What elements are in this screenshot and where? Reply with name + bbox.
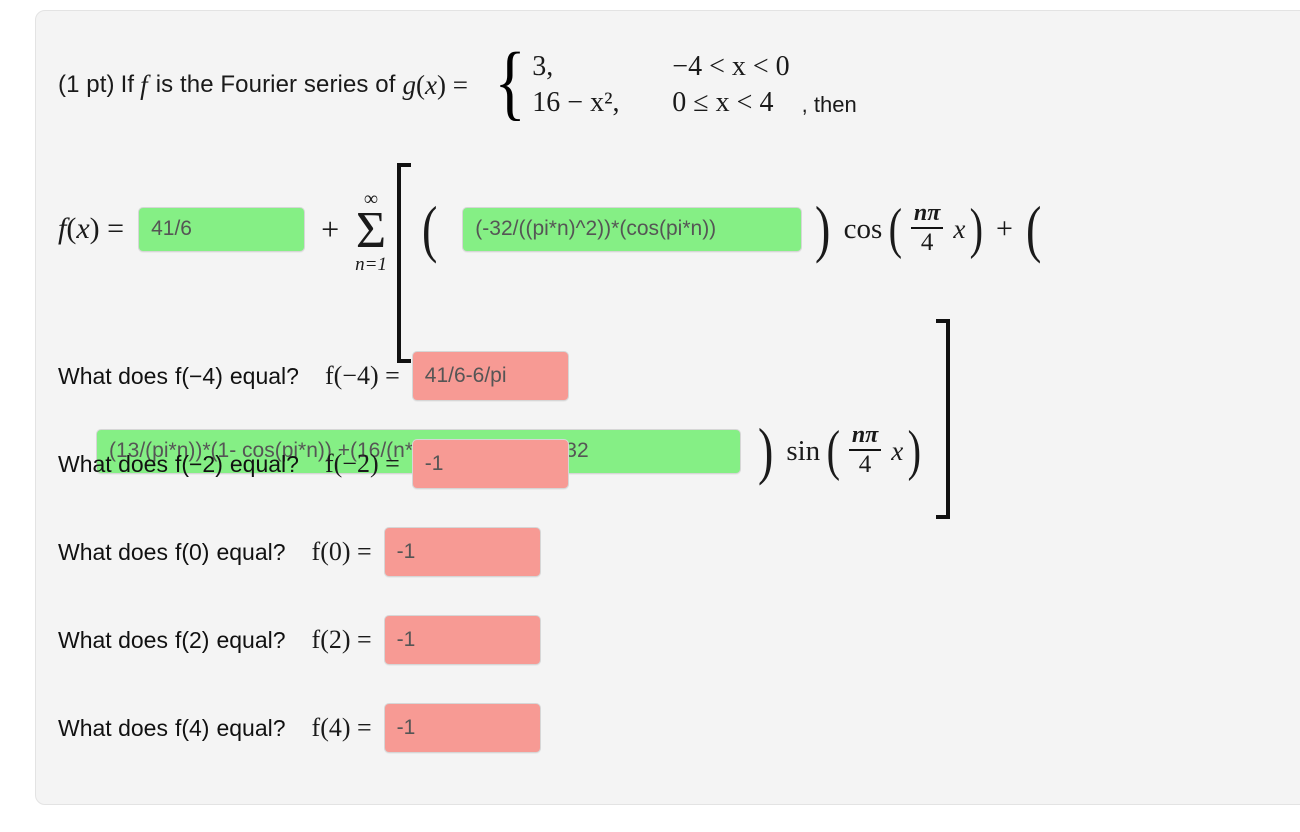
big-left-bracket-icon xyxy=(396,163,413,363)
plus-between-terms: + xyxy=(996,212,1013,245)
close-paren-2: ) xyxy=(757,415,774,487)
piecewise-condition-1: −4 < x < 0 xyxy=(672,51,790,82)
answer-input-f-minus-2[interactable]: -1 xyxy=(411,439,569,489)
answer-input-f-minus-4[interactable]: 41/6-6/pi xyxy=(411,351,569,401)
question-row-f-minus-2: What does f(−2) equal? f(−2) = -1 xyxy=(58,439,569,489)
problem-card: (1 pt) If f is the Fourier series of g(x… xyxy=(35,10,1300,805)
open-paren-2: ( xyxy=(1025,193,1042,265)
question-prompt-prefix: What does xyxy=(58,450,168,477)
fraction-numerator: nπ xyxy=(851,422,879,449)
question-row-f-minus-4: What does f(−4) equal? f(−4) = 41/6-6/pi xyxy=(58,351,569,401)
question-prompt-suffix: equal? xyxy=(216,538,286,565)
question-restate: f(2) = xyxy=(311,625,372,654)
question-row-f-2: What does f(2) equal? f(2) = -1 xyxy=(58,615,569,665)
open-paren-1: ( xyxy=(421,193,438,265)
intro-text: If xyxy=(120,71,135,99)
close-paren-cos-arg: ) xyxy=(969,197,984,260)
a0-input[interactable]: 41/6 xyxy=(138,206,306,252)
x-variable: x xyxy=(953,213,966,244)
question-fn-label: f(−2) xyxy=(174,450,223,477)
intro-text-2: is the Fourier series of xyxy=(155,71,396,99)
plus-symbol: + xyxy=(321,210,340,247)
question-row-f-0: What does f(0) equal? f(0) = -1 xyxy=(58,527,569,577)
n-pi-over-4-fraction: nπ 4 xyxy=(910,200,944,257)
fraction-denominator: 4 xyxy=(858,451,872,479)
piecewise-row: 3, −4 < x < 0 xyxy=(532,49,789,85)
question-prompt-prefix: What does xyxy=(58,538,168,565)
f-of-x-label: f(x) = xyxy=(58,212,125,245)
answer-input-f-4[interactable]: -1 xyxy=(383,703,541,753)
question-prompt-suffix: equal? xyxy=(216,714,286,741)
question-list: What does f(−4) equal? f(−4) = 41/6-6/pi… xyxy=(58,351,569,791)
piecewise-value-2: 16 − x², xyxy=(532,87,620,119)
an-coefficient-input[interactable]: (-32/((pi*n)^2))*(cos(pi*n)) xyxy=(462,206,803,252)
n-pi-over-4-fraction-2: nπ 4 xyxy=(848,422,882,479)
sum-lower-limit: n=1 xyxy=(355,253,387,275)
question-fn-label: f(2) xyxy=(174,626,210,653)
function-symbol-f: f xyxy=(140,69,148,100)
left-brace-icon: { xyxy=(494,36,526,130)
question-prompt-suffix: equal? xyxy=(229,450,299,477)
problem-statement: (1 pt) If f is the Fourier series of g(x… xyxy=(58,36,857,130)
piecewise-value-1: 3, xyxy=(532,51,554,82)
sin-label: sin xyxy=(786,434,821,467)
close-paren-sin-arg: ) xyxy=(907,419,922,482)
close-paren-1: ) xyxy=(815,193,831,265)
fraction-numerator: nπ xyxy=(913,200,941,227)
answer-input-f-0[interactable]: -1 xyxy=(383,527,541,577)
sigma-icon: Σ xyxy=(355,201,387,259)
cos-label: cos xyxy=(843,212,883,245)
piecewise-condition-2: 0 ≤ x < 4 xyxy=(672,87,774,119)
question-prompt-suffix: equal? xyxy=(229,362,299,389)
x-variable: x xyxy=(891,435,904,466)
question-prompt-prefix: What does xyxy=(58,626,168,653)
big-right-bracket-icon xyxy=(934,319,950,519)
then-label: , then xyxy=(801,91,857,117)
question-restate: f(0) = xyxy=(311,537,372,566)
piecewise-definition: { 3, −4 < x < 0 16 − x², 0 ≤ x < 4 , the… xyxy=(490,36,857,130)
question-prompt-prefix: What does xyxy=(58,714,168,741)
formula-row-1: f(x) = 41/6 + ∞ Σ n=1 ( (-32/((pi*n)^2))… xyxy=(58,129,1298,363)
question-row-f-4: What does f(4) equal? f(4) = -1 xyxy=(58,703,569,753)
question-prompt-prefix: What does xyxy=(58,362,168,389)
question-fn-label: f(0) xyxy=(174,538,210,565)
answer-input-f-2[interactable]: -1 xyxy=(383,615,541,665)
question-fn-label: f(4) xyxy=(174,714,210,741)
open-paren-cos-arg: ( xyxy=(888,197,903,260)
question-restate: f(−4) = xyxy=(324,361,400,390)
question-restate: f(−2) = xyxy=(324,449,400,478)
open-paren-sin-arg: ( xyxy=(826,419,841,482)
summation-symbol: ∞ Σ n=1 xyxy=(355,189,387,274)
question-restate: f(4) = xyxy=(311,713,372,742)
piecewise-row: 16 − x², 0 ≤ x < 4 xyxy=(532,85,789,121)
question-prompt-suffix: equal? xyxy=(216,626,286,653)
question-fn-label: f(−4) xyxy=(174,362,223,389)
fraction-denominator: 4 xyxy=(920,229,934,257)
points-label: (1 pt) xyxy=(58,71,115,99)
g-of-x-label: g(x) = xyxy=(402,69,468,100)
